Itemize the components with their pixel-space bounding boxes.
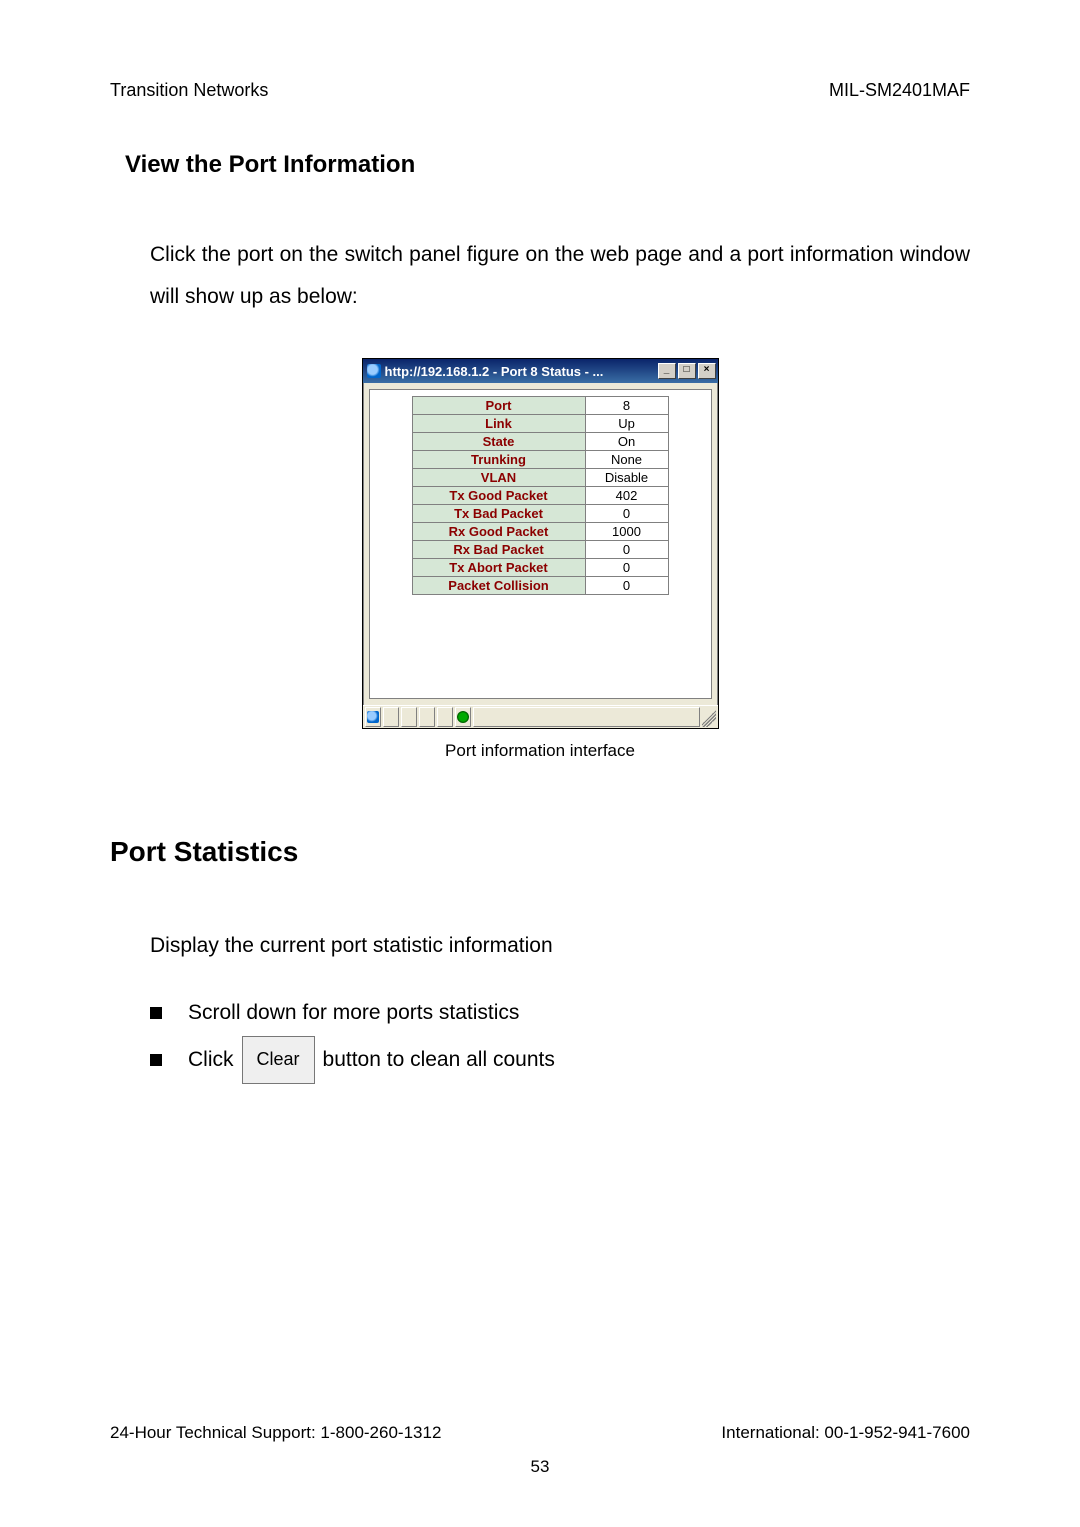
row-value: None	[585, 451, 668, 469]
row-label: Rx Bad Packet	[412, 541, 585, 559]
internet-zone-icon	[457, 711, 469, 723]
window-title: http://192.168.1.2 - Port 8 Status - ...	[385, 364, 604, 379]
row-value: 0	[585, 505, 668, 523]
footer-left: 24-Hour Technical Support: 1-800-260-131…	[110, 1423, 441, 1443]
section-heading-port-statistics: Port Statistics	[110, 836, 970, 868]
bullet-item-2: Click Clear button to clean all counts	[150, 1036, 970, 1084]
table-row: Tx Bad Packet0	[412, 505, 668, 523]
row-label: Rx Good Packet	[412, 523, 585, 541]
status-cell-4	[437, 707, 453, 727]
row-label: State	[412, 433, 585, 451]
table-row: Packet Collision0	[412, 577, 668, 595]
row-label: Port	[412, 397, 585, 415]
minimize-button[interactable]: _	[658, 363, 676, 379]
status-cell-net	[455, 707, 471, 727]
bullet-item-1: Scroll down for more ports statistics	[150, 990, 970, 1036]
table-row: Tx Good Packet402	[412, 487, 668, 505]
row-value: 1000	[585, 523, 668, 541]
status-cell-wide	[473, 707, 700, 727]
row-label: Tx Abort Packet	[412, 559, 585, 577]
row-value: On	[585, 433, 668, 451]
row-value: 8	[585, 397, 668, 415]
row-value: 402	[585, 487, 668, 505]
table-row: StateOn	[412, 433, 668, 451]
row-label: Tx Bad Packet	[412, 505, 585, 523]
ie-small-icon	[367, 711, 379, 723]
row-value: 0	[585, 559, 668, 577]
ie-icon	[367, 364, 381, 378]
bullet-1-text: Scroll down for more ports statistics	[188, 990, 519, 1036]
status-cell-1	[383, 707, 399, 727]
clear-button[interactable]: Clear	[242, 1036, 315, 1084]
table-row: Rx Bad Packet0	[412, 541, 668, 559]
row-value: Up	[585, 415, 668, 433]
table-row: Port8	[412, 397, 668, 415]
footer-right: International: 00-1-952-941-7600	[721, 1423, 970, 1443]
page-header: Transition Networks MIL-SM2401MAF	[110, 80, 970, 101]
table-row: TrunkingNone	[412, 451, 668, 469]
row-value: Disable	[585, 469, 668, 487]
maximize-button[interactable]: □	[678, 363, 696, 379]
port-info-table: Port8LinkUpStateOnTrunkingNoneVLANDisabl…	[412, 396, 669, 595]
resize-grip[interactable]	[702, 707, 716, 727]
header-left: Transition Networks	[110, 80, 268, 101]
footer-page-number: 53	[110, 1457, 970, 1477]
table-row: VLANDisable	[412, 469, 668, 487]
port-status-window: http://192.168.1.2 - Port 8 Status - ...…	[362, 358, 719, 729]
row-label: Tx Good Packet	[412, 487, 585, 505]
table-row: Tx Abort Packet0	[412, 559, 668, 577]
status-cell-2	[401, 707, 417, 727]
footer-row: 24-Hour Technical Support: 1-800-260-131…	[110, 1423, 970, 1443]
window-titlebar[interactable]: http://192.168.1.2 - Port 8 Status - ...…	[363, 359, 718, 383]
row-value: 0	[585, 577, 668, 595]
row-value: 0	[585, 541, 668, 559]
row-label: Link	[412, 415, 585, 433]
table-row: LinkUp	[412, 415, 668, 433]
document-page: Transition Networks MIL-SM2401MAF View t…	[0, 0, 1080, 1527]
table-row: Rx Good Packet1000	[412, 523, 668, 541]
figure-caption: Port information interface	[110, 741, 970, 761]
window-body: Port8LinkUpStateOnTrunkingNoneVLANDisabl…	[369, 389, 712, 699]
row-label: VLAN	[412, 469, 585, 487]
bullet-2-pre: Click	[188, 1037, 234, 1083]
page-footer: 24-Hour Technical Support: 1-800-260-131…	[110, 1423, 970, 1477]
row-label: Packet Collision	[412, 577, 585, 595]
window-statusbar	[363, 705, 718, 728]
status-cell-3	[419, 707, 435, 727]
status-cell-ie	[365, 707, 381, 727]
port-info-tbody: Port8LinkUpStateOnTrunkingNoneVLANDisabl…	[412, 397, 668, 595]
section2-intro: Display the current port statistic infor…	[150, 923, 970, 969]
section1-paragraph: Click the port on the switch panel figur…	[150, 234, 970, 318]
row-label: Trunking	[412, 451, 585, 469]
section-heading-view-port-info: View the Port Information	[125, 151, 970, 179]
header-right: MIL-SM2401MAF	[829, 80, 970, 101]
close-button[interactable]: ×	[698, 363, 716, 379]
bullet-2-post: button to clean all counts	[323, 1037, 555, 1083]
bullet-list: Scroll down for more ports statistics Cl…	[150, 990, 970, 1084]
screenshot-wrapper: http://192.168.1.2 - Port 8 Status - ...…	[110, 358, 970, 729]
